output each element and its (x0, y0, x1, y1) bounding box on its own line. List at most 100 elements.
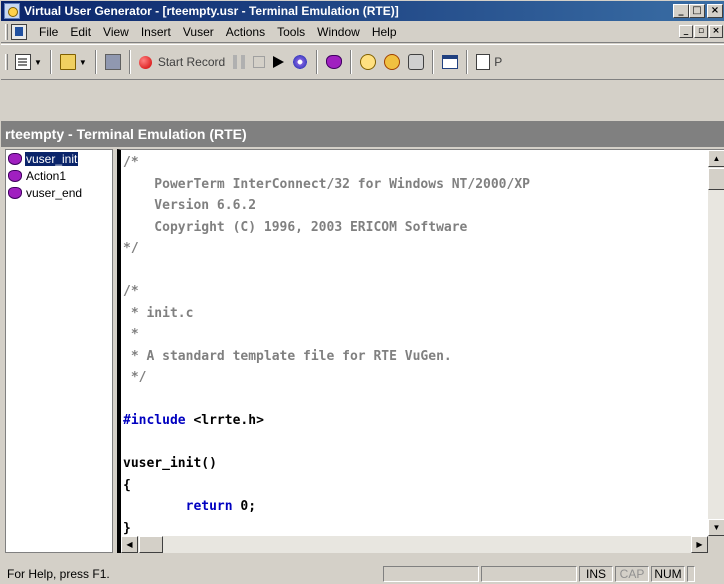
code-line[interactable]: * A standard template file for RTE VuGen… (123, 346, 707, 368)
minimize-button[interactable]: _ (673, 4, 689, 18)
window-title: Virtual User Generator - [rteempty.usr -… (24, 4, 399, 18)
tree-item-vuser-end[interactable]: vuser_end (6, 185, 112, 201)
save-button[interactable] (101, 50, 125, 74)
document-system-menu-icon[interactable] (11, 23, 27, 40)
mdi-close-button[interactable]: × (709, 25, 723, 38)
toolbar-separator (94, 50, 97, 74)
record-icon (138, 55, 152, 69)
clock-stop-icon (384, 54, 401, 70)
status-cap: CAP (615, 566, 649, 582)
menubar-grip[interactable] (5, 23, 8, 40)
title-bar[interactable]: Virtual User Generator - [rteempty.usr -… (1, 1, 724, 21)
code-line[interactable]: */ (123, 238, 707, 260)
toolbar-separator (128, 50, 131, 74)
toolbar-separator (49, 50, 52, 74)
status-help-text: For Help, press F1. (7, 567, 110, 581)
horizontal-scrollbar[interactable]: ◀ ▶ (121, 536, 708, 553)
vuser-action-icon (8, 153, 22, 165)
menu-help[interactable]: Help (366, 25, 403, 39)
code-line[interactable] (123, 260, 707, 282)
chevron-down-icon[interactable]: ▼ (79, 58, 87, 67)
toolbar-grip[interactable] (5, 54, 8, 70)
code-text[interactable]: /* PowerTerm InterConnect/32 for Windows… (123, 152, 707, 535)
stop-button[interactable] (249, 50, 269, 74)
mdi-minimize-button[interactable]: _ (679, 25, 693, 38)
toolbar-separator (350, 50, 353, 74)
code-line[interactable]: } (123, 518, 707, 536)
document-title-bar[interactable]: rteempty - Terminal Emulation (RTE) (1, 121, 724, 147)
code-line[interactable]: */ (123, 367, 707, 389)
compile-button[interactable] (288, 50, 312, 74)
page-button-label: P (494, 55, 503, 69)
pause-button[interactable] (229, 50, 249, 74)
run-button[interactable] (269, 50, 288, 74)
code-line[interactable]: #include <lrrte.h> (123, 410, 707, 432)
vuser-icon (326, 55, 343, 69)
vuser-action-icon (8, 170, 22, 182)
mdi-restore-button[interactable]: ▫ (694, 25, 708, 38)
menu-bar: File Edit View Insert Vuser Actions Tool… (1, 21, 724, 43)
code-line[interactable]: PowerTerm InterConnect/32 for Windows NT… (123, 174, 707, 196)
code-line[interactable]: /* (123, 152, 707, 174)
database-button[interactable] (404, 50, 428, 74)
tree-item-action1[interactable]: Action1 (6, 168, 112, 184)
code-keyword: return (185, 499, 233, 514)
scroll-right-arrow-icon[interactable]: ▶ (691, 536, 708, 553)
horizontal-scroll-thumb[interactable] (139, 536, 163, 553)
code-line[interactable]: Version 6.6.2 (123, 195, 707, 217)
code-line[interactable] (123, 432, 707, 454)
vuser-button[interactable] (322, 50, 346, 74)
start-record-button[interactable]: Start Record (135, 50, 229, 74)
scroll-left-arrow-icon[interactable]: ◀ (121, 536, 138, 553)
menu-insert[interactable]: Insert (135, 25, 177, 39)
code-line[interactable]: Copyright (C) 1996, 2003 ERICOM Software (123, 217, 707, 239)
status-bar: For Help, press F1. INS CAP NUM (1, 564, 724, 584)
window-button[interactable] (438, 50, 462, 74)
start-record-label: Start Record (157, 55, 226, 69)
vuser-action-icon (8, 187, 22, 199)
status-pane-empty (481, 566, 577, 582)
menu-edit[interactable]: Edit (64, 25, 97, 39)
page-icon (476, 54, 491, 70)
menu-window[interactable]: Window (311, 25, 366, 39)
start-transaction-button[interactable] (356, 50, 380, 74)
document-panes: vuser_init Action1 vuser_end /* PowerTer… (1, 147, 724, 553)
tree-item-vuser-init[interactable]: vuser_init (6, 151, 112, 167)
maximize-button[interactable]: □ (689, 4, 705, 18)
scroll-down-arrow-icon[interactable]: ▼ (708, 519, 724, 536)
status-num: NUM (651, 566, 685, 582)
status-ins: INS (579, 566, 613, 582)
code-line[interactable]: /* (123, 281, 707, 303)
menu-tools[interactable]: Tools (271, 25, 311, 39)
vugen-app-icon[interactable] (4, 3, 20, 19)
menu-actions[interactable]: Actions (220, 25, 271, 39)
new-button[interactable]: ▼ (11, 50, 46, 74)
code-line[interactable]: vuser_init() (123, 453, 707, 475)
code-text-span: <lrrte.h> (185, 413, 264, 428)
menu-vuser[interactable]: Vuser (177, 25, 220, 39)
vertical-scrollbar[interactable]: ▲ ▼ (708, 150, 724, 536)
code-line[interactable]: * init.c (123, 303, 707, 325)
code-line[interactable]: * (123, 324, 707, 346)
tree-item-label: vuser_init (23, 151, 80, 167)
toolbar-separator (316, 50, 319, 74)
page-button[interactable]: P (472, 50, 506, 74)
scroll-up-arrow-icon[interactable]: ▲ (708, 150, 724, 167)
toolbar: ▼ ▼ Start Record P (1, 44, 724, 80)
end-transaction-button[interactable] (380, 50, 404, 74)
tree-item-label: Action1 (26, 169, 67, 183)
code-line[interactable] (123, 389, 707, 411)
menu-file[interactable]: File (33, 25, 64, 39)
toolbar-separator (432, 50, 435, 74)
menu-view[interactable]: View (97, 25, 135, 39)
chevron-down-icon[interactable]: ▼ (34, 58, 42, 67)
close-button[interactable]: × (707, 4, 723, 18)
code-line[interactable]: return 0; (123, 496, 707, 518)
status-pane-scrl (687, 566, 695, 582)
vertical-scroll-thumb[interactable] (708, 168, 724, 190)
open-button[interactable]: ▼ (56, 50, 91, 74)
code-editor[interactable]: /* PowerTerm InterConnect/32 for Windows… (117, 149, 724, 553)
toolbar-separator (466, 50, 469, 74)
application-window: Virtual User Generator - [rteempty.usr -… (0, 0, 724, 583)
code-line[interactable]: { (123, 475, 707, 497)
